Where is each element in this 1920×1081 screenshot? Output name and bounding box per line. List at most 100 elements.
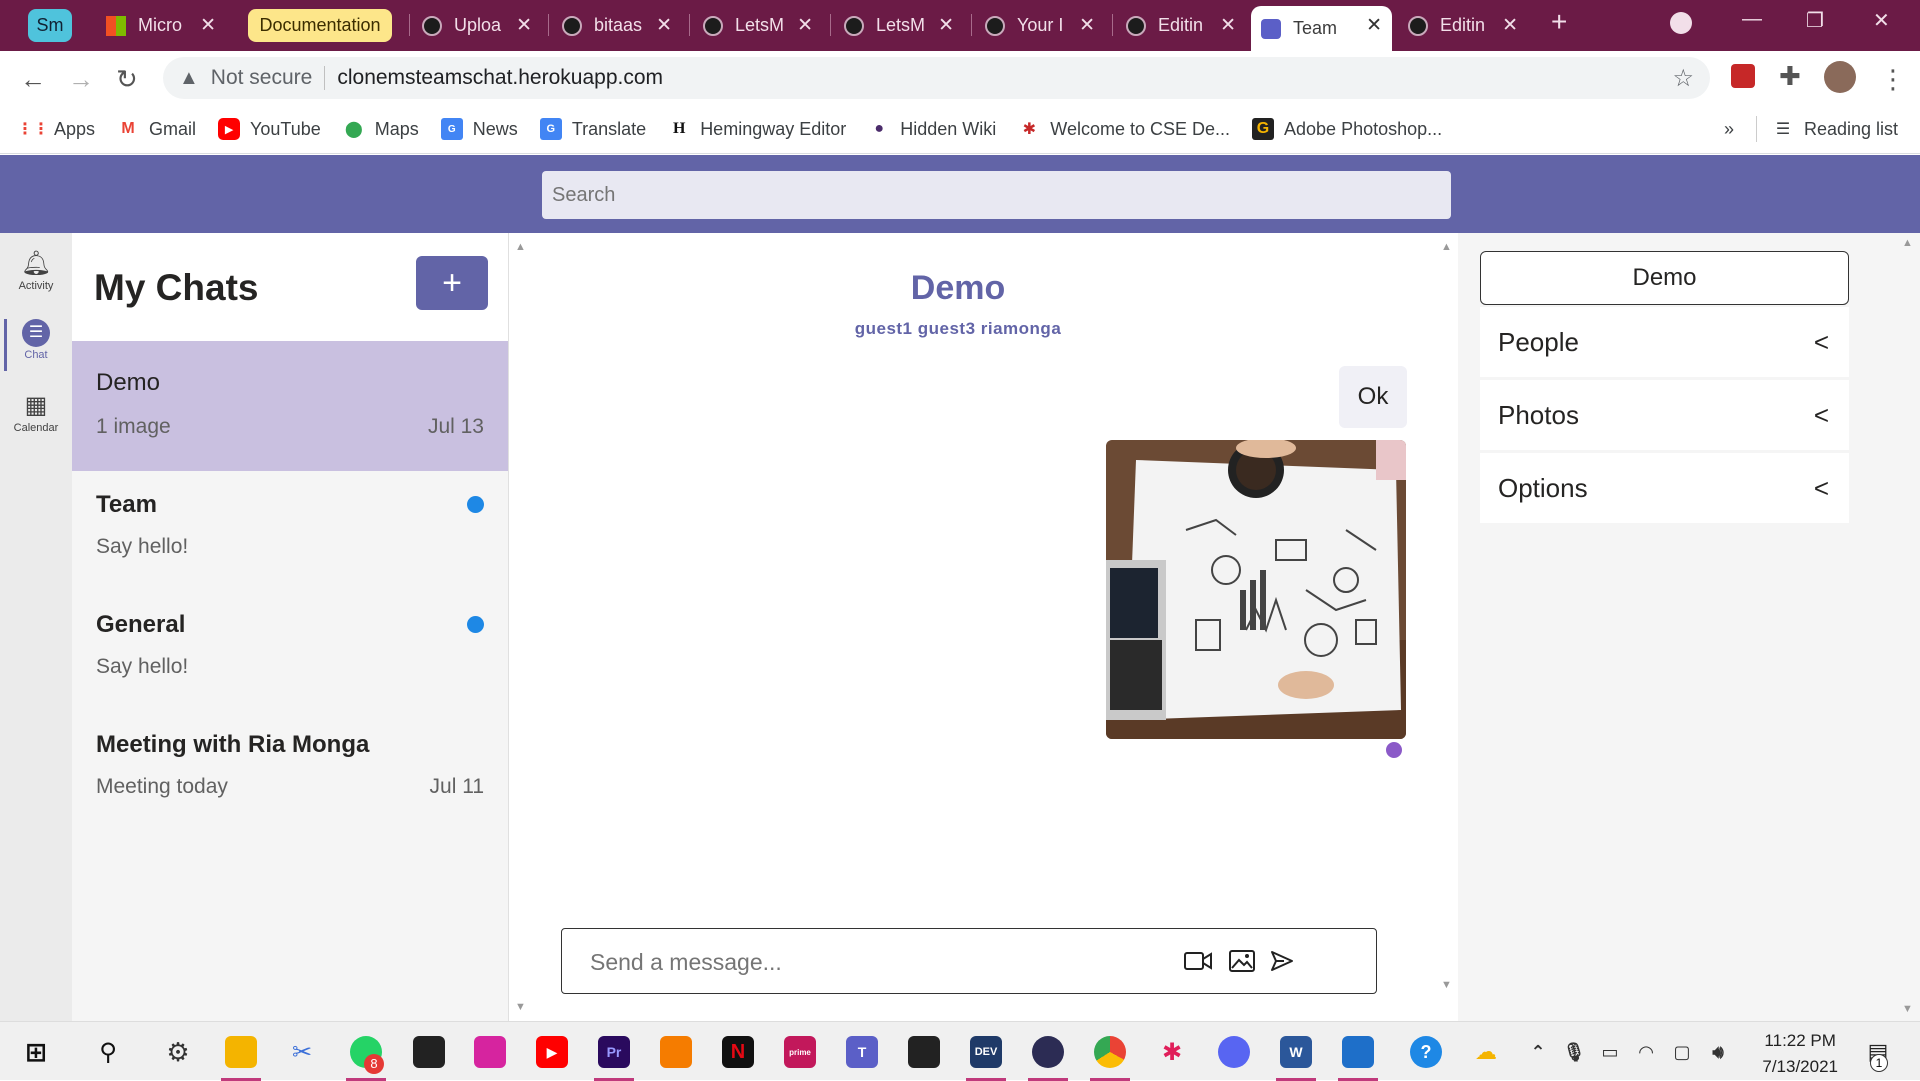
tab-editing-1[interactable]: Editin ✕ <box>1116 6 1246 45</box>
profile-avatar[interactable] <box>1824 61 1856 93</box>
scroll-up-icon[interactable]: ▲ <box>515 241 526 253</box>
chat-item-general[interactable]: General Say hello! <box>72 591 508 711</box>
bookmark-photoshop[interactable]: G Adobe Photoshop... <box>1252 118 1442 140</box>
tab-search-button[interactable] <box>1670 12 1692 34</box>
details-title-button[interactable]: Demo <box>1480 251 1849 305</box>
bookmark-star-icon[interactable]: ☆ <box>1672 64 1694 93</box>
premiere-pro-icon[interactable]: Pr <box>598 1036 630 1068</box>
prime-video-icon[interactable]: prime <box>784 1036 816 1068</box>
rail-chat[interactable]: ☰ Chat <box>0 319 72 371</box>
bookmark-gmail[interactable]: M Gmail <box>117 118 196 140</box>
file-explorer-icon[interactable] <box>225 1036 257 1068</box>
url-text[interactable]: clonemsteamschat.herokuapp.com <box>337 66 663 90</box>
scroll-down-icon[interactable]: ▼ <box>1902 1003 1913 1015</box>
scroll-up-icon[interactable]: ▲ <box>1902 237 1913 249</box>
new-chat-button[interactable]: + <box>416 256 488 310</box>
reload-icon[interactable]: ↻ <box>116 64 138 95</box>
microphone-icon[interactable]: 🎙︎ <box>1558 1036 1590 1068</box>
netflix-icon[interactable]: N <box>722 1036 754 1068</box>
help-icon[interactable]: ? <box>1410 1036 1442 1068</box>
back-icon[interactable]: ← <box>20 64 46 95</box>
search-icon[interactable]: ⚲ <box>92 1036 124 1068</box>
minimize-button[interactable]: — <box>1742 8 1762 31</box>
close-icon[interactable]: ✕ <box>1366 14 1382 37</box>
chat-item-meeting[interactable]: Meeting with Ria Monga Meeting today Jul… <box>72 711 508 831</box>
sticky-notes-icon[interactable] <box>413 1036 445 1068</box>
tab-group-chip[interactable]: Sm <box>28 9 72 42</box>
accordion-people[interactable]: People < <box>1480 307 1849 377</box>
chrome-icon[interactable] <box>1094 1036 1126 1068</box>
bookmark-apps[interactable]: ⋮⋮ Apps <box>17 118 95 140</box>
close-icon[interactable]: ✕ <box>656 14 672 37</box>
bookmark-hidden-wiki[interactable]: ● Hidden Wiki <box>868 118 996 140</box>
bookmarks-overflow[interactable]: » <box>1724 119 1734 140</box>
message-image[interactable] <box>1106 440 1406 739</box>
eclipse-icon[interactable] <box>1032 1036 1064 1068</box>
chevron-up-icon[interactable]: ⌃ <box>1522 1036 1554 1068</box>
bookmark-youtube[interactable]: ▶ YouTube <box>218 118 321 140</box>
word-icon[interactable]: W <box>1280 1036 1312 1068</box>
projector-icon[interactable]: ▢ <box>1666 1036 1698 1068</box>
tab-your[interactable]: Your I ✕ <box>975 6 1105 45</box>
dev-icon[interactable]: DEV <box>970 1036 1002 1068</box>
weather-icon[interactable]: ☁ <box>1470 1036 1502 1068</box>
search-input[interactable] <box>542 171 1451 219</box>
system-clock[interactable]: 11:22 PM 7/13/2021 <box>1762 1028 1838 1080</box>
windows-start-icon[interactable]: ⊞ <box>20 1036 52 1068</box>
close-window-button[interactable]: ✕ <box>1873 8 1890 33</box>
puzzle-icon[interactable]: ✚ <box>1779 61 1801 92</box>
forward-icon[interactable]: → <box>68 64 94 95</box>
close-icon[interactable]: ✕ <box>1220 14 1236 37</box>
bookmark-cse[interactable]: ✱ Welcome to CSE De... <box>1018 118 1230 140</box>
address-bar[interactable]: ▲ Not secure clonemsteamschat.herokuapp.… <box>163 57 1710 99</box>
message-input[interactable] <box>590 947 1150 977</box>
bookmark-news[interactable]: G News <box>440 118 518 140</box>
accordion-options[interactable]: Options < <box>1480 453 1849 523</box>
dice-game-icon[interactable] <box>908 1036 940 1068</box>
tab-editing-2[interactable]: Editin ✕ <box>1398 6 1528 45</box>
image-icon[interactable] <box>1226 945 1258 977</box>
youtube-app-icon[interactable]: ▶ <box>536 1036 568 1068</box>
reading-list[interactable]: ☰ Reading list <box>1772 118 1898 140</box>
scroll-down-icon[interactable]: ▼ <box>515 1001 526 1013</box>
chat-item-team[interactable]: Team Say hello! <box>72 471 508 591</box>
extension-icon[interactable] <box>1731 64 1755 88</box>
bookmark-translate[interactable]: G Translate <box>539 118 646 140</box>
teams-app-icon[interactable]: T <box>846 1036 878 1068</box>
close-icon[interactable]: ✕ <box>1502 14 1518 37</box>
close-icon[interactable]: ✕ <box>1079 14 1095 37</box>
slack-icon[interactable]: ✱ <box>1156 1036 1188 1068</box>
tab-upload[interactable]: Uploa ✕ <box>412 6 542 45</box>
discord-icon[interactable] <box>1218 1036 1250 1068</box>
menu-icon[interactable]: ⋮ <box>1880 64 1906 95</box>
bookmark-maps[interactable]: ⬤ Maps <box>343 118 419 140</box>
restore-button[interactable]: ❐ <box>1806 8 1824 33</box>
tab-teams-active[interactable]: Team ✕ <box>1251 6 1392 51</box>
wifi-icon[interactable]: ◠ <box>1630 1036 1662 1068</box>
close-icon[interactable]: ✕ <box>797 14 813 37</box>
close-icon[interactable]: ✕ <box>516 14 532 37</box>
chat-list-scrollbar[interactable]: ▲ ▼ <box>508 233 532 1021</box>
tab-bitaas[interactable]: bitaas ✕ <box>552 6 682 45</box>
warning-icon[interactable]: ▲ <box>179 67 199 90</box>
video-camera-icon[interactable] <box>1182 945 1214 977</box>
tab-letsm-2[interactable]: LetsM ✕ <box>834 6 964 45</box>
rail-activity[interactable]: 🔔︎ Activity <box>0 249 72 292</box>
tab-letsm-1[interactable]: LetsM ✕ <box>693 6 823 45</box>
battery-icon[interactable]: ▭ <box>1594 1036 1626 1068</box>
send-icon[interactable] <box>1266 945 1298 977</box>
photos-icon[interactable] <box>1342 1036 1374 1068</box>
snipping-tool-icon[interactable]: ✂ <box>286 1036 318 1068</box>
rail-calendar[interactable]: ▦ Calendar <box>0 391 72 434</box>
tab-microsoft[interactable]: Micro ✕ <box>96 6 226 45</box>
scratch-icon[interactable] <box>660 1036 692 1068</box>
close-icon[interactable]: ✕ <box>200 14 216 37</box>
bookmark-hemingway[interactable]: H Hemingway Editor <box>668 118 846 140</box>
new-tab-button[interactable]: + <box>1551 6 1567 38</box>
settings-gear-icon[interactable]: ⚙ <box>162 1036 194 1068</box>
instagram-icon[interactable] <box>474 1036 506 1068</box>
tab-documentation[interactable]: Documentation <box>248 9 392 42</box>
volume-icon[interactable]: 🔊︎ <box>1702 1036 1734 1068</box>
close-icon[interactable]: ✕ <box>938 14 954 37</box>
chat-item-demo[interactable]: Demo 1 image Jul 13 <box>72 341 508 471</box>
